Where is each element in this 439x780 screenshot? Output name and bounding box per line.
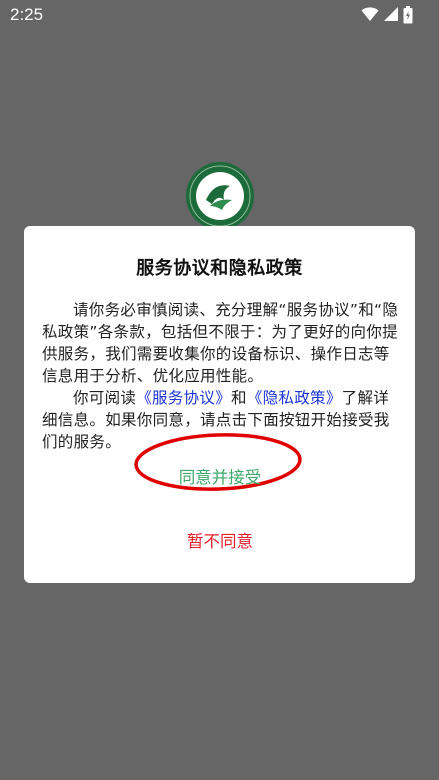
links-paragraph: 你可阅读《服务协议》和《隐私政策》了解详细信息。如果你同意，请点击下面按钮开始接… xyxy=(42,387,402,453)
app-logo-icon xyxy=(186,162,254,230)
service-agreement-link[interactable]: 《服务协议》 xyxy=(136,389,231,407)
dialog-body: 请你务必审慎阅读、充分理解“服务协议”和“隐私政策”各条款，包括但不限于：为了更… xyxy=(42,299,402,453)
privacy-agreement-dialog: 服务协议和隐私政策 请你务必审慎阅读、充分理解“服务协议”和“隐私政策”各条款，… xyxy=(24,226,415,583)
battery-icon xyxy=(403,6,413,24)
wifi-icon xyxy=(361,7,379,21)
status-bar: 2:25 xyxy=(0,0,439,30)
accept-button[interactable]: 同意并接受 xyxy=(144,459,296,497)
status-time: 2:25 xyxy=(10,5,44,24)
agreement-paragraph: 请你务必审慎阅读、充分理解“服务协议”和“隐私政策”各条款，包括但不限于：为了更… xyxy=(42,301,399,385)
privacy-policy-link[interactable]: 《隐私政策》 xyxy=(247,389,342,407)
cellular-signal-icon xyxy=(384,7,398,21)
read-prefix-text: 你可阅读 xyxy=(73,389,137,407)
and-text: 和 xyxy=(231,389,247,407)
dialog-title: 服务协议和隐私政策 xyxy=(136,258,303,279)
decline-button[interactable]: 暂不同意 xyxy=(154,523,286,561)
